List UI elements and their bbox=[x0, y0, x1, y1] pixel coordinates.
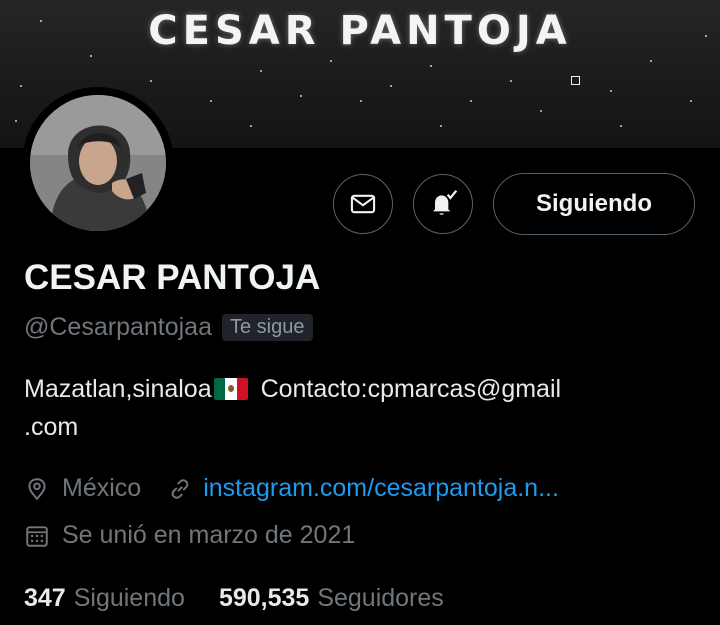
following-stat[interactable]: 347 Siguiendo bbox=[24, 584, 185, 613]
avatar-photo bbox=[30, 95, 166, 231]
followers-stat[interactable]: 590,535 Seguidores bbox=[219, 584, 444, 613]
location-pin-icon bbox=[28, 477, 46, 500]
mexico-flag-icon bbox=[213, 378, 248, 400]
notifications-button[interactable] bbox=[413, 174, 473, 234]
avatar[interactable] bbox=[30, 95, 166, 231]
display-name: CESAR PANTOJA bbox=[24, 258, 321, 297]
follows-you-badge: Te sigue bbox=[222, 314, 313, 341]
link-icon bbox=[171, 478, 189, 499]
joined-date: Se unió en marzo de 2021 bbox=[62, 521, 356, 549]
bio-text-3: .com bbox=[24, 413, 79, 441]
profile-meta-row: México instagram.com/cesarpantoja.n... bbox=[24, 474, 559, 503]
following-button[interactable]: Siguiendo bbox=[493, 173, 695, 235]
bio-text-2: Contacto:cpmarcas@gmail bbox=[253, 375, 562, 403]
followers-count: 590,535 bbox=[218, 584, 310, 612]
follow-stats: 347 Siguiendo 590,535 Seguidores bbox=[24, 584, 444, 613]
envelope-icon bbox=[350, 194, 376, 214]
following-count: 347 bbox=[24, 584, 66, 612]
banner-square-icon bbox=[571, 76, 580, 85]
message-button[interactable] bbox=[333, 174, 393, 234]
bell-check-icon bbox=[433, 189, 458, 215]
website-link[interactable]: instagram.com/cesarpantoja.n... bbox=[203, 474, 559, 503]
bio-text-1: Mazatlan,sinaloa bbox=[24, 375, 212, 403]
calendar-icon bbox=[26, 525, 48, 547]
location-text: México bbox=[62, 474, 142, 502]
banner-title: CESAR PANTOJA bbox=[148, 8, 572, 54]
profile-bio: Mazatlan,sinaloa Contacto:cpmarcas@gmail… bbox=[24, 370, 704, 446]
followers-label: Seguidores bbox=[317, 584, 444, 612]
handle-row: @Cesarpantojaa Te sigue bbox=[24, 313, 313, 342]
following-label: Siguiendo bbox=[73, 584, 185, 612]
username-handle: @Cesarpantojaa bbox=[24, 313, 212, 341]
joined-row: Se unió en marzo de 2021 bbox=[24, 521, 355, 550]
